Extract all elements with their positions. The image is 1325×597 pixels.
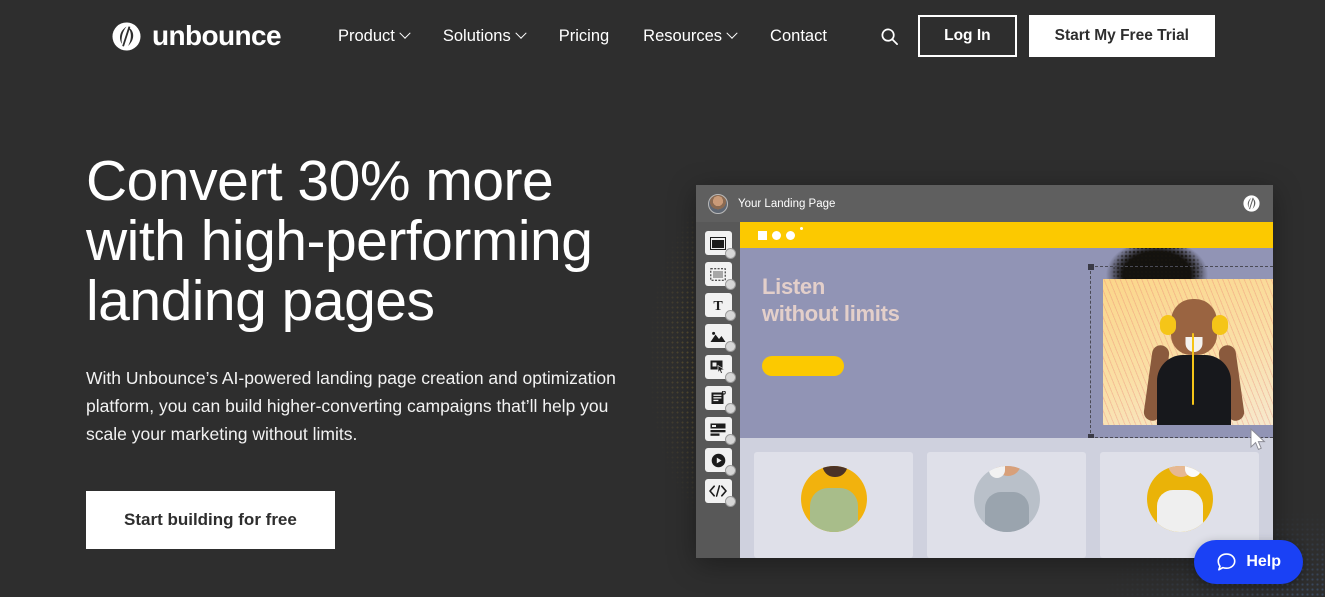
chat-bubble-icon	[1217, 552, 1236, 571]
headphone-cup-right	[1212, 315, 1228, 335]
hero-title: Convert 30% more with high-performing la…	[86, 149, 666, 333]
avatar-head	[822, 466, 848, 477]
headphone-cup-left	[1160, 315, 1176, 335]
selected-image-element[interactable]	[1088, 264, 1273, 438]
mockup-hero-cta-button[interactable]	[762, 356, 844, 376]
avatar-headphone-cup	[989, 466, 1006, 478]
resize-handle-top-left[interactable]	[1088, 264, 1094, 270]
nav-item-pricing[interactable]: Pricing	[542, 19, 626, 54]
navbar-square-icon	[758, 230, 767, 240]
section-icon	[710, 236, 726, 250]
header-actions: Log In Start My Free Trial	[872, 15, 1215, 57]
dashed-box-icon	[710, 267, 726, 281]
hero-section: Convert 30% more with high-performing la…	[86, 149, 666, 549]
video-play-icon	[711, 453, 725, 467]
log-in-button[interactable]: Log In	[918, 15, 1017, 57]
svg-text:T: T	[713, 299, 723, 312]
page-root: unbounce Product Solutions Pricing Resou…	[0, 0, 1325, 597]
nav-item-contact[interactable]: Contact	[753, 19, 844, 54]
mouse-cursor-icon	[1250, 428, 1266, 451]
hero-title-line-1: Convert 30% more	[86, 149, 554, 213]
hero-subtitle: With Unbounce’s AI-powered landing page …	[86, 367, 616, 445]
mockup-hero-heading: Listen without limits	[762, 274, 900, 328]
start-building-for-free-button[interactable]: Start building for free	[86, 490, 335, 549]
button-cursor-icon	[710, 360, 726, 374]
hero-title-line-2: with high-performing	[86, 208, 593, 273]
headphone-cord	[1192, 333, 1195, 405]
mockup-hero-heading-line-2: without limits	[762, 300, 900, 326]
mockup-hero-heading-line-1: Listen	[762, 274, 825, 299]
nav-item-solutions[interactable]: Solutions	[426, 19, 542, 54]
mockup-card-row	[740, 438, 1273, 558]
mockup-page-title: Your Landing Page	[738, 197, 836, 210]
nav-item-label: Contact	[770, 26, 827, 45]
form-tool[interactable]	[704, 386, 736, 414]
section-tool[interactable]	[704, 231, 736, 259]
hero-photo	[1103, 279, 1273, 425]
help-chat-button[interactable]: Help	[1194, 540, 1303, 584]
layout-tool[interactable]	[704, 417, 736, 445]
code-brackets-icon	[709, 485, 727, 497]
image-tool[interactable]	[704, 324, 736, 352]
search-icon	[881, 28, 898, 45]
mockup-titlebar: Your Landing Page	[696, 185, 1273, 222]
builder-mockup: Your Landing Page T Listen without limit…	[696, 185, 1273, 558]
button-tool[interactable]	[704, 355, 736, 383]
nav-item-resources[interactable]: Resources	[626, 19, 753, 54]
code-tool[interactable]	[704, 479, 736, 507]
nav-item-label: Product	[337, 26, 395, 45]
mockup-toolbar: T	[696, 222, 740, 558]
brand-logo-link[interactable]: unbounce	[110, 20, 282, 53]
unbounce-leaf-circle-icon	[1243, 195, 1260, 212]
nav-item-label: Pricing	[558, 26, 610, 45]
hero-title-line-3: landing pages	[86, 268, 435, 333]
headphones-man-avatar	[1146, 466, 1213, 532]
start-free-trial-button[interactable]: Start My Free Trial	[1028, 15, 1215, 57]
video-tool[interactable]	[704, 448, 736, 476]
avatar-body	[1156, 490, 1203, 532]
mockup-card[interactable]	[754, 452, 913, 558]
mockup-hero-band: Listen without limits	[740, 248, 1273, 438]
text-t-icon: T	[713, 299, 723, 312]
avatar-headphone-cup	[1184, 466, 1201, 477]
dancing-woman-avatar	[800, 466, 867, 532]
headphones-woman-avatar	[973, 466, 1040, 532]
mockup-canvas: Listen without limits	[740, 222, 1273, 558]
navbar-circle-icon	[786, 230, 795, 240]
avatar-body	[984, 492, 1029, 532]
hero-photo-person	[1142, 299, 1246, 425]
navbar-circle-icon	[772, 230, 781, 240]
nav-item-product[interactable]: Product	[321, 19, 426, 54]
mockup-page-navbar	[740, 222, 1273, 248]
box-tool[interactable]	[704, 262, 736, 290]
chevron-down-icon	[515, 27, 527, 39]
mockup-card[interactable]	[927, 452, 1086, 558]
unbounce-leaf-circle-icon	[112, 21, 141, 51]
image-mountain-icon	[710, 331, 726, 342]
layout-rows-icon	[710, 423, 726, 436]
nav-item-label: Resources	[643, 26, 723, 45]
primary-navigation: Product Solutions Pricing Resources Cont…	[321, 19, 844, 54]
text-tool[interactable]: T	[704, 293, 736, 321]
navbar-dot-icon	[800, 227, 803, 230]
search-button[interactable]	[872, 19, 906, 53]
brand-name: unbounce	[152, 20, 282, 51]
mockup-body: T Listen without limits	[696, 222, 1273, 558]
user-avatar	[708, 193, 728, 214]
chevron-down-icon	[726, 27, 738, 39]
chevron-down-icon	[399, 27, 411, 39]
avatar-body	[809, 488, 858, 532]
help-label: Help	[1246, 553, 1281, 570]
site-header: unbounce Product Solutions Pricing Resou…	[0, 0, 1325, 72]
nav-item-label: Solutions	[442, 26, 511, 45]
form-lines-icon	[711, 391, 726, 404]
